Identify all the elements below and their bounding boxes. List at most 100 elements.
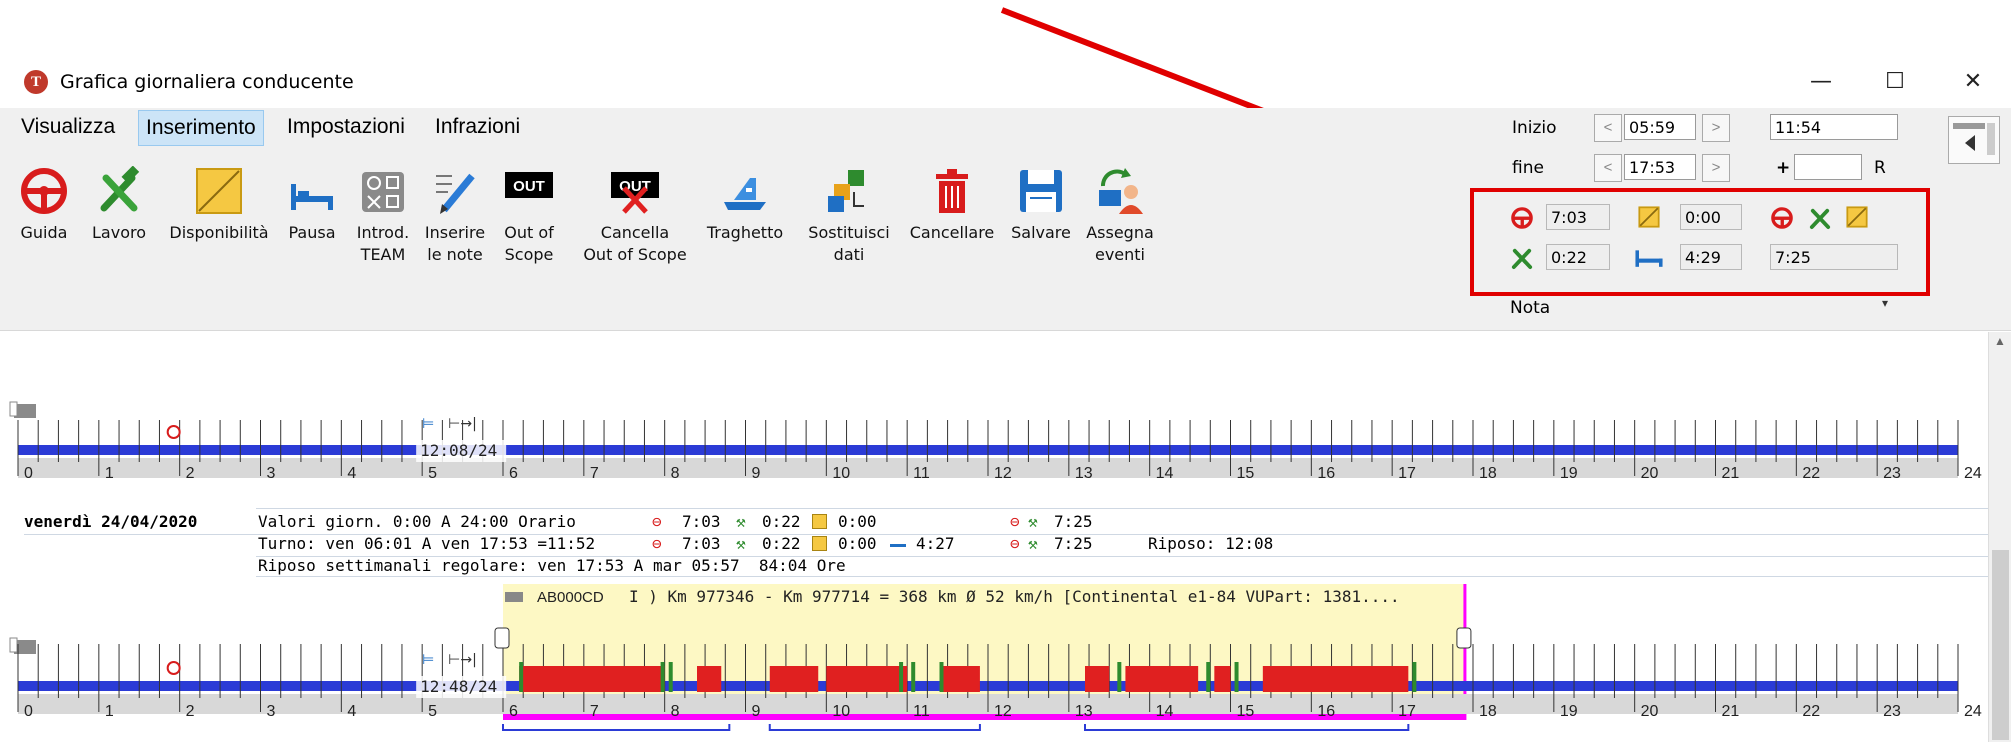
disponibilita-total-icon: [1638, 206, 1660, 228]
line2-drive: 7:03: [682, 534, 721, 553]
introd-team-label: Introd. TEAM: [356, 223, 410, 264]
trash-icon: [936, 169, 968, 213]
hour-label: 10: [832, 703, 850, 720]
work-small-icon: ⚒: [1028, 534, 1038, 553]
rest-label: 12:48/24: [420, 677, 497, 696]
hour-label: 13: [1075, 465, 1093, 482]
driving-period-bracket: [502, 724, 731, 731]
fine-prev-button[interactable]: <: [1594, 154, 1622, 182]
work-small-icon: ⚒: [736, 534, 746, 553]
nota-select[interactable]: ▾: [1624, 296, 1904, 320]
hour-label: 9: [752, 465, 761, 482]
assegna-eventi-button[interactable]: Assegna eventi: [1082, 166, 1158, 266]
hour-label: 10: [832, 465, 850, 482]
hour-label: 1: [105, 703, 114, 720]
save-icon: [1020, 170, 1062, 212]
inserire-note-button[interactable]: Inserire le note: [424, 166, 486, 266]
duration-field[interactable]: 11:54: [1770, 114, 1898, 140]
pausa-button[interactable]: Pausa: [282, 166, 342, 244]
line2-rest: Riposo: 12:08: [1148, 534, 1274, 553]
hour-label: 0: [24, 703, 33, 720]
lavoro-total-field: 0:22: [1546, 244, 1610, 270]
drive-small-icon: ⊖: [652, 534, 662, 553]
hour-label: 1: [105, 465, 114, 482]
drive-small-icon: ⊖: [652, 512, 662, 531]
cancella-out-of-scope-button[interactable]: OUT Cancella Out of Scope: [576, 166, 694, 266]
window-title: Grafica giornaliera conducente: [60, 71, 354, 93]
fine-next-button[interactable]: >: [1702, 154, 1730, 182]
hour-label: 22: [1802, 703, 1820, 720]
hour-label: 18: [1479, 465, 1497, 482]
guida-button[interactable]: Guida: [14, 166, 74, 244]
drive-segment: [826, 666, 908, 692]
inizio-time-field[interactable]: 05:59: [1624, 114, 1696, 140]
minimize-button[interactable]: —: [1798, 62, 1844, 102]
line1-avail: 0:00: [838, 512, 877, 531]
plus-field[interactable]: [1794, 154, 1862, 180]
hour-label: 2: [186, 465, 195, 482]
hour-label: 11: [913, 465, 930, 482]
assign-events-icon: [1099, 168, 1143, 214]
hour-label: 12: [994, 465, 1012, 482]
inserire-note-label: Inserire le note: [424, 223, 486, 264]
close-button[interactable]: ✕: [1950, 62, 1996, 102]
maximize-button[interactable]: ☐: [1872, 62, 1918, 102]
introd-team-button[interactable]: Introd. TEAM: [352, 166, 414, 266]
pause-small-icon: [890, 544, 906, 547]
lavoro-button[interactable]: Lavoro: [84, 165, 154, 244]
r-button[interactable]: R: [1874, 158, 1886, 178]
hour-label: 11: [913, 703, 930, 720]
menu-impostazioni[interactable]: Impostazioni: [280, 110, 412, 144]
hour-label: 15: [1237, 703, 1255, 720]
hour-label: 12: [994, 703, 1012, 720]
bed-marker-icon: ⊨: [422, 652, 434, 668]
hour-label: 8: [671, 703, 680, 720]
work-mark: [1412, 662, 1417, 692]
sostituisci-dati-button[interactable]: Sostituisci dati: [798, 166, 900, 266]
guida-lavoro-total-field: 7:25: [1770, 244, 1898, 270]
scrollbar-thumb[interactable]: [1992, 550, 2009, 740]
hour-label: 19: [1560, 703, 1578, 720]
pausa-label: Pausa: [288, 223, 336, 242]
event-marker-icon: [166, 661, 181, 675]
hour-label: 18: [1479, 703, 1497, 720]
hammer-wrench-icon: [100, 165, 140, 212]
driving-period-bracket: [768, 724, 981, 731]
cancellare-button[interactable]: Cancellare: [904, 166, 1000, 244]
inizio-next-button[interactable]: >: [1702, 114, 1730, 142]
lavoro-label: Lavoro: [92, 223, 146, 242]
app-logo-icon: T: [24, 70, 48, 94]
traghetto-button[interactable]: Traghetto: [704, 166, 786, 244]
rest-label: 12:08/24: [420, 441, 497, 460]
menu-inserimento[interactable]: Inserimento: [138, 110, 264, 146]
scroll-up-icon[interactable]: ▲: [1994, 334, 2006, 348]
out-of-scope-button[interactable]: OUT Out of Scope: [496, 166, 562, 266]
menu-visualizza[interactable]: Visualizza: [14, 110, 122, 144]
inizio-prev-button[interactable]: <: [1594, 114, 1622, 142]
hour-label: 17: [1398, 703, 1416, 720]
disponibilita-button[interactable]: Disponibilità: [164, 166, 274, 244]
salvare-button[interactable]: Salvare: [1006, 166, 1076, 244]
vertical-scrollbar[interactable]: ▲: [1988, 332, 2011, 742]
menu-infrazioni[interactable]: Infrazioni: [428, 110, 527, 144]
layout-toggle-button[interactable]: [1948, 116, 2000, 164]
hour-label: 20: [1641, 703, 1659, 720]
disponibilita-total-field: 0:00: [1680, 204, 1742, 230]
layout-panel-icon: [1953, 123, 1995, 155]
assegna-eventi-label: Assegna eventi: [1086, 223, 1154, 264]
work-mark: [899, 662, 904, 692]
team-icon: [362, 172, 404, 212]
out-of-scope-icon: OUT: [505, 172, 553, 198]
pausa-total-icon: [1635, 250, 1663, 267]
hour-label: 19: [1560, 465, 1578, 482]
hour-label: 8: [671, 465, 680, 482]
line2-work: 0:22: [762, 534, 801, 553]
avail-small-icon: [812, 514, 827, 529]
hour-label: 4: [347, 465, 356, 482]
hour-label: 16: [1317, 465, 1335, 482]
hour-label: 14: [1156, 465, 1174, 482]
hour-label: 17: [1398, 465, 1416, 482]
line2-avail: 0:00: [838, 534, 877, 553]
drive-small-icon: ⊖: [1010, 534, 1020, 553]
fine-time-field[interactable]: 17:53: [1624, 154, 1696, 180]
